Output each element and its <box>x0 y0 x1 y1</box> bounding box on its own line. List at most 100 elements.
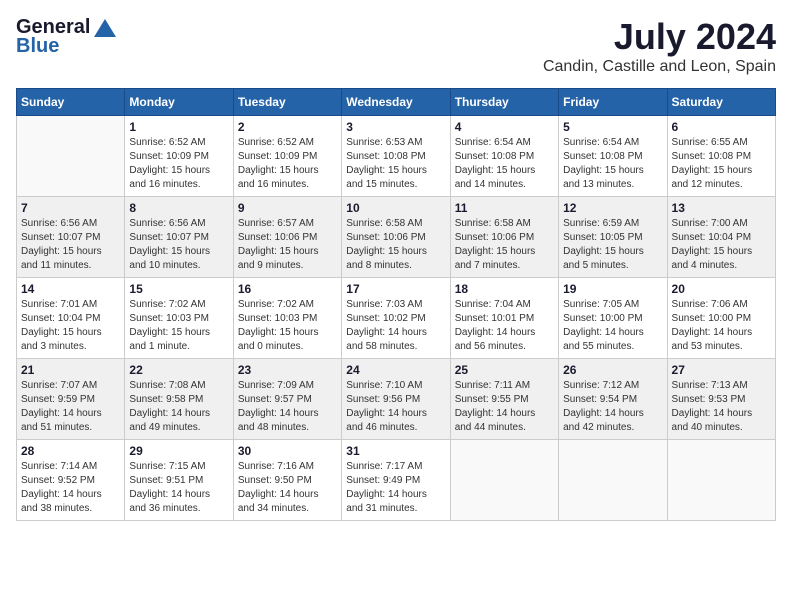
day-number: 22 <box>129 363 228 377</box>
calendar-cell: 30 Sunrise: 7:16 AMSunset: 9:50 PMDayligh… <box>233 440 341 521</box>
day-info: Sunrise: 7:07 AMSunset: 9:59 PMDaylight:… <box>21 379 120 435</box>
page-header: General Blue July 2024 Candin, Castille … <box>16 16 776 84</box>
calendar-week-3: 14 Sunrise: 7:01 AMSunset: 10:04 PMDaylig… <box>17 278 776 359</box>
calendar-week-4: 21 Sunrise: 7:07 AMSunset: 9:59 PMDayligh… <box>17 359 776 440</box>
day-info: Sunrise: 6:59 AMSunset: 10:05 PMDaylight… <box>563 217 662 273</box>
header-cell-wednesday: Wednesday <box>342 89 450 116</box>
day-info: Sunrise: 6:53 AMSunset: 10:08 PMDaylight… <box>346 136 445 192</box>
day-number: 3 <box>346 120 445 134</box>
calendar-cell: 6 Sunrise: 6:55 AMSunset: 10:08 PMDayligh… <box>667 116 775 197</box>
day-info: Sunrise: 6:54 AMSunset: 10:08 PMDaylight… <box>563 136 662 192</box>
calendar-cell: 2 Sunrise: 6:52 AMSunset: 10:09 PMDayligh… <box>233 116 341 197</box>
day-info: Sunrise: 6:55 AMSunset: 10:08 PMDaylight… <box>672 136 771 192</box>
calendar-week-5: 28 Sunrise: 7:14 AMSunset: 9:52 PMDayligh… <box>17 440 776 521</box>
day-number: 14 <box>21 282 120 296</box>
calendar-cell: 23Sunrise: 7:09 AMSunset: 9:57 PMDayligh… <box>233 359 341 440</box>
day-number: 6 <box>672 120 771 134</box>
day-info: Sunrise: 7:11 AMSunset: 9:55 PMDaylight:… <box>455 379 554 435</box>
day-number: 19 <box>563 282 662 296</box>
calendar-cell: 3 Sunrise: 6:53 AMSunset: 10:08 PMDayligh… <box>342 116 450 197</box>
day-info: Sunrise: 7:13 AMSunset: 9:53 PMDaylight:… <box>672 379 771 435</box>
day-number: 17 <box>346 282 445 296</box>
day-info: Sunrise: 7:08 AMSunset: 9:58 PMDaylight:… <box>129 379 228 435</box>
calendar-cell: 20 Sunrise: 7:06 AMSunset: 10:00 PMDaylig… <box>667 278 775 359</box>
day-number: 4 <box>455 120 554 134</box>
calendar-cell: 9Sunrise: 6:57 AMSunset: 10:06 PMDayligh… <box>233 197 341 278</box>
title-block: July 2024 Candin, Castille and Leon, Spa… <box>543 16 776 84</box>
calendar-cell: 5 Sunrise: 6:54 AMSunset: 10:08 PMDayligh… <box>559 116 667 197</box>
day-number: 9 <box>238 201 337 215</box>
day-number: 29 <box>129 444 228 458</box>
day-info: Sunrise: 6:58 AMSunset: 10:06 PMDaylight… <box>455 217 554 273</box>
header-cell-friday: Friday <box>559 89 667 116</box>
day-number: 10 <box>346 201 445 215</box>
calendar-cell: 31Sunrise: 7:17 AMSunset: 9:49 PMDayligh… <box>342 440 450 521</box>
day-number: 26 <box>563 363 662 377</box>
day-number: 27 <box>672 363 771 377</box>
day-number: 11 <box>455 201 554 215</box>
calendar-cell: 8Sunrise: 6:56 AMSunset: 10:07 PMDayligh… <box>125 197 233 278</box>
calendar-cell: 10 Sunrise: 6:58 AMSunset: 10:06 PMDaylig… <box>342 197 450 278</box>
day-info: Sunrise: 7:12 AMSunset: 9:54 PMDaylight:… <box>563 379 662 435</box>
header-row: SundayMondayTuesdayWednesdayThursdayFrid… <box>17 89 776 116</box>
day-info: Sunrise: 6:52 AMSunset: 10:09 PMDaylight… <box>238 136 337 192</box>
calendar-cell: 27 Sunrise: 7:13 AMSunset: 9:53 PMDayligh… <box>667 359 775 440</box>
day-number: 15 <box>129 282 228 296</box>
calendar-cell: 16Sunrise: 7:02 AMSunset: 10:03 PMDaylig… <box>233 278 341 359</box>
day-info: Sunrise: 7:14 AMSunset: 9:52 PMDaylight:… <box>21 460 120 516</box>
day-number: 12 <box>563 201 662 215</box>
day-info: Sunrise: 7:04 AMSunset: 10:01 PMDaylight… <box>455 298 554 354</box>
day-info: Sunrise: 7:05 AMSunset: 10:00 PMDaylight… <box>563 298 662 354</box>
day-number: 2 <box>238 120 337 134</box>
day-number: 1 <box>129 120 228 134</box>
day-info: Sunrise: 7:09 AMSunset: 9:57 PMDaylight:… <box>238 379 337 435</box>
day-info: Sunrise: 6:52 AMSunset: 10:09 PMDaylight… <box>129 136 228 192</box>
header-cell-tuesday: Tuesday <box>233 89 341 116</box>
day-number: 16 <box>238 282 337 296</box>
day-info: Sunrise: 6:54 AMSunset: 10:08 PMDaylight… <box>455 136 554 192</box>
day-info: Sunrise: 7:01 AMSunset: 10:04 PMDaylight… <box>21 298 120 354</box>
calendar-cell: 25Sunrise: 7:11 AMSunset: 9:55 PMDayligh… <box>450 359 558 440</box>
calendar-cell <box>667 440 775 521</box>
day-number: 28 <box>21 444 120 458</box>
calendar-cell: 29 Sunrise: 7:15 AMSunset: 9:51 PMDayligh… <box>125 440 233 521</box>
header-cell-monday: Monday <box>125 89 233 116</box>
month-year-title: July 2024 <box>543 16 776 58</box>
day-info: Sunrise: 7:00 AMSunset: 10:04 PMDaylight… <box>672 217 771 273</box>
calendar-cell: 1 Sunrise: 6:52 AMSunset: 10:09 PMDayligh… <box>125 116 233 197</box>
calendar-cell: 4 Sunrise: 6:54 AMSunset: 10:08 PMDayligh… <box>450 116 558 197</box>
calendar-cell: 12 Sunrise: 6:59 AMSunset: 10:05 PMDaylig… <box>559 197 667 278</box>
day-info: Sunrise: 7:02 AMSunset: 10:03 PMDaylight… <box>129 298 228 354</box>
calendar-cell: 17 Sunrise: 7:03 AMSunset: 10:02 PMDaylig… <box>342 278 450 359</box>
day-info: Sunrise: 7:03 AMSunset: 10:02 PMDaylight… <box>346 298 445 354</box>
calendar-table: SundayMondayTuesdayWednesdayThursdayFrid… <box>16 88 776 521</box>
calendar-cell: 18 Sunrise: 7:04 AMSunset: 10:01 PMDaylig… <box>450 278 558 359</box>
calendar-header: SundayMondayTuesdayWednesdayThursdayFrid… <box>17 89 776 116</box>
day-number: 31 <box>346 444 445 458</box>
day-number: 24 <box>346 363 445 377</box>
day-info: Sunrise: 7:15 AMSunset: 9:51 PMDaylight:… <box>129 460 228 516</box>
day-info: Sunrise: 7:10 AMSunset: 9:56 PMDaylight:… <box>346 379 445 435</box>
day-number: 21 <box>21 363 120 377</box>
calendar-body: 1 Sunrise: 6:52 AMSunset: 10:09 PMDayligh… <box>17 116 776 521</box>
day-number: 18 <box>455 282 554 296</box>
header-cell-thursday: Thursday <box>450 89 558 116</box>
day-number: 20 <box>672 282 771 296</box>
calendar-cell <box>450 440 558 521</box>
logo: General Blue <box>16 16 116 58</box>
calendar-cell: 11 Sunrise: 6:58 AMSunset: 10:06 PMDaylig… <box>450 197 558 278</box>
calendar-cell: 26 Sunrise: 7:12 AMSunset: 9:54 PMDayligh… <box>559 359 667 440</box>
day-info: Sunrise: 7:16 AMSunset: 9:50 PMDaylight:… <box>238 460 337 516</box>
calendar-cell: 24 Sunrise: 7:10 AMSunset: 9:56 PMDayligh… <box>342 359 450 440</box>
day-info: Sunrise: 6:56 AMSunset: 10:07 PMDaylight… <box>21 217 120 273</box>
day-number: 30 <box>238 444 337 458</box>
logo-icon <box>94 19 116 37</box>
header-cell-saturday: Saturday <box>667 89 775 116</box>
day-info: Sunrise: 7:06 AMSunset: 10:00 PMDaylight… <box>672 298 771 354</box>
calendar-cell: 19 Sunrise: 7:05 AMSunset: 10:00 PMDaylig… <box>559 278 667 359</box>
day-info: Sunrise: 6:58 AMSunset: 10:06 PMDaylight… <box>346 217 445 273</box>
calendar-cell: 14 Sunrise: 7:01 AMSunset: 10:04 PMDaylig… <box>17 278 125 359</box>
calendar-cell <box>17 116 125 197</box>
day-number: 5 <box>563 120 662 134</box>
day-number: 7 <box>21 201 120 215</box>
